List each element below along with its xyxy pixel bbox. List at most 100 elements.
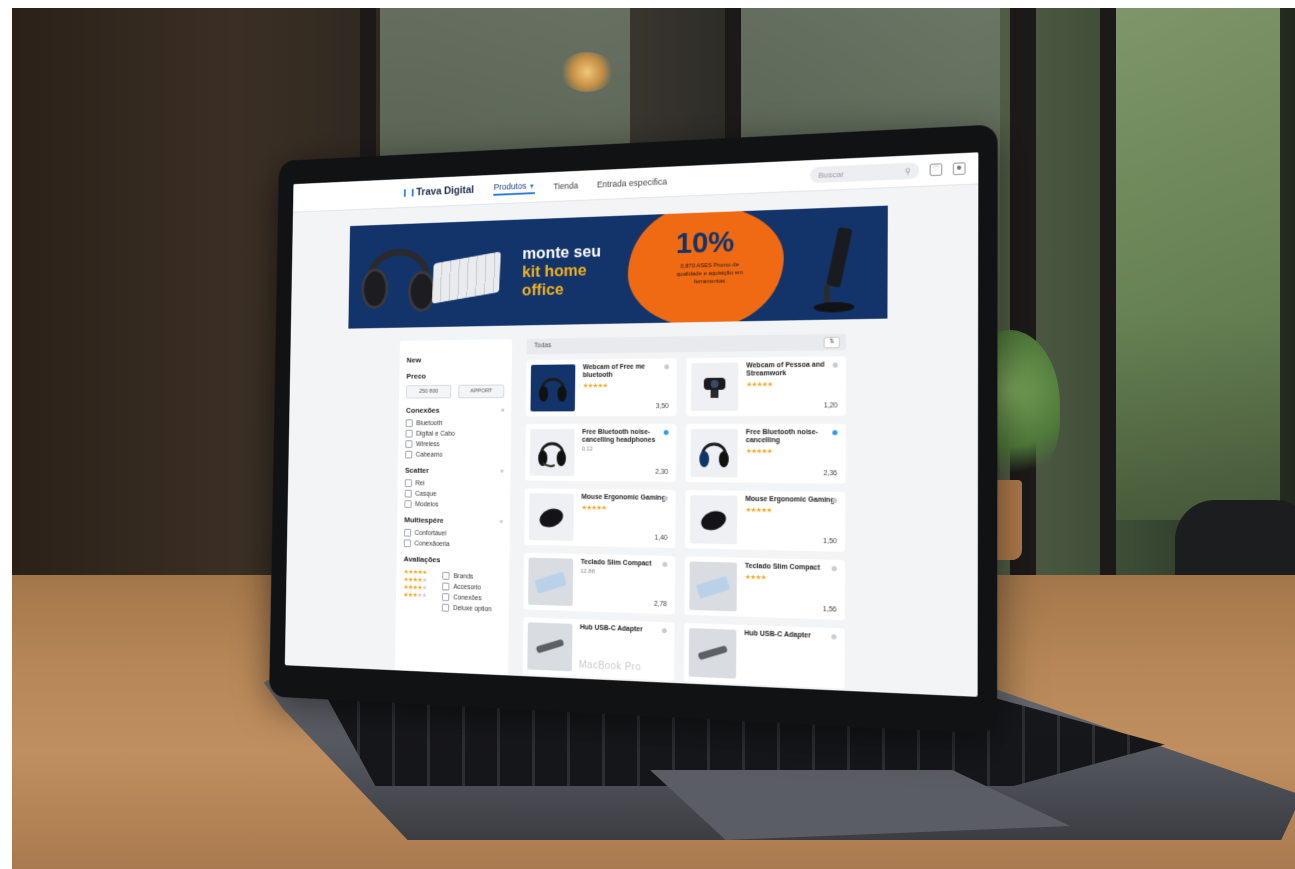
product-card[interactable]: Teclado Slim Compact ★★★★ 1,56 bbox=[684, 556, 846, 621]
search-icon: ⚲ bbox=[904, 166, 911, 176]
product-price: 3,50 bbox=[655, 403, 669, 411]
product-rating: ★★★★★ bbox=[582, 382, 608, 390]
photo-border bbox=[0, 0, 12, 869]
filter-option[interactable]: Wireless bbox=[405, 440, 503, 448]
collapse-icon[interactable]: ▫ bbox=[501, 406, 504, 415]
checkbox[interactable] bbox=[442, 603, 450, 612]
site-header: Trava Digital Produtos ▼ Tienda Entrada … bbox=[292, 152, 979, 213]
price-apply-button[interactable]: APPORT bbox=[458, 384, 505, 399]
checkbox[interactable] bbox=[442, 571, 450, 580]
rating-option[interactable]: ★★★★★ bbox=[403, 591, 426, 599]
product-title: Hub USB-C Adapter bbox=[579, 624, 643, 634]
checkbox[interactable] bbox=[405, 450, 413, 459]
checkbox[interactable] bbox=[442, 582, 450, 591]
filter-option[interactable]: Confortável bbox=[403, 528, 502, 539]
product-rating: ★★★★★ bbox=[746, 381, 773, 389]
filter-option[interactable]: Casque bbox=[404, 489, 503, 499]
sort-toggle-icon[interactable]: ⇅ bbox=[823, 336, 840, 349]
product-title: Free Bluetooth noise-cancelling bbox=[745, 429, 819, 445]
favorite-icon[interactable] bbox=[661, 628, 667, 634]
checkbox[interactable] bbox=[403, 528, 412, 537]
rating-filters: ★★★★★ ★★★★★ ★★★★★ ★★★★★ Brands Accesorio… bbox=[403, 568, 502, 616]
banner-line-2: kit home bbox=[522, 260, 587, 282]
checkbox[interactable] bbox=[404, 479, 412, 487]
product-card[interactable]: Mouse Ergonomic Gaming ★★★★★ 1,50 bbox=[684, 490, 846, 552]
site-logo[interactable]: Trava Digital bbox=[403, 184, 474, 198]
window-frame bbox=[1100, 0, 1116, 600]
grid-header: Todas ⇅ bbox=[526, 333, 847, 355]
collapse-icon[interactable]: ▫ bbox=[501, 467, 504, 476]
favorite-icon[interactable] bbox=[663, 429, 669, 435]
filter-option[interactable]: Conexãoeria bbox=[403, 539, 502, 549]
discount-subtext: 0,870 ASES Promo de qualidade e aquisiçã… bbox=[676, 262, 743, 286]
filter-option[interactable]: Rei bbox=[404, 479, 503, 488]
nav-entrada[interactable]: Entrada especifica bbox=[597, 177, 667, 190]
phone-stand-image bbox=[813, 226, 855, 313]
filter-option[interactable]: Modelos bbox=[404, 500, 502, 509]
favorite-icon[interactable] bbox=[831, 565, 837, 572]
user-icon[interactable]: ☻ bbox=[952, 162, 966, 176]
search-input[interactable]: Buscar ⚲ bbox=[810, 162, 920, 184]
filter-option[interactable]: Brands bbox=[442, 571, 492, 581]
product-card[interactable]: Free Bluetooth noise-cancelling ★★★★★ 2,36 bbox=[685, 423, 846, 484]
checkbox[interactable] bbox=[442, 593, 450, 602]
product-title: Mouse Ergonomic Gaming bbox=[581, 493, 666, 502]
heart-icon[interactable]: ♡ bbox=[929, 163, 943, 177]
window-pane bbox=[1110, 0, 1280, 520]
product-price: 2,30 bbox=[655, 468, 669, 476]
filter-option[interactable]: Bluetooth bbox=[405, 419, 504, 427]
price-range: 250 800 APPORT bbox=[406, 384, 505, 399]
checkbox[interactable] bbox=[403, 539, 411, 548]
product-rating: ★★★★★ bbox=[745, 448, 772, 456]
keyboard-icon bbox=[528, 557, 574, 607]
promo-banner[interactable]: monte seu kit home office 10% 0,870 ASES… bbox=[348, 205, 888, 329]
product-price: 1,20 bbox=[823, 402, 838, 410]
product-card[interactable]: Free Bluetooth noise-cancelling headphon… bbox=[525, 424, 677, 482]
chevron-down-icon: ▼ bbox=[528, 183, 535, 191]
banner-headline: monte seu kit home office bbox=[522, 242, 601, 300]
product-price: 1,50 bbox=[822, 537, 837, 546]
nav-produtos[interactable]: Produtos ▼ bbox=[493, 180, 536, 196]
product-rating: ★★★★★ bbox=[581, 504, 607, 512]
checkbox[interactable] bbox=[404, 489, 412, 498]
filter-group-heading: Multiespére ▫ bbox=[404, 515, 503, 526]
filter-option[interactable]: Accesorio bbox=[442, 582, 491, 592]
filter-sidebar: New Preco 250 800 APPORT Conexões ▫ Bluet… bbox=[394, 339, 513, 690]
favorite-icon[interactable] bbox=[832, 430, 838, 436]
favorite-icon[interactable] bbox=[664, 364, 670, 370]
filter-option[interactable]: Cabeamo bbox=[405, 450, 503, 459]
product-price: 1,40 bbox=[654, 534, 668, 542]
favorite-icon[interactable] bbox=[831, 634, 837, 640]
checkbox[interactable] bbox=[405, 419, 413, 427]
product-card[interactable]: Webcam of Free me bluetooth ★★★★★ 3,50 bbox=[525, 358, 677, 417]
favorite-icon[interactable] bbox=[831, 497, 838, 504]
product-rating: ★★★★★ bbox=[745, 506, 772, 515]
product-price: 2,78 bbox=[653, 600, 668, 609]
nav-tienda[interactable]: Tienda bbox=[553, 181, 578, 192]
laptop-lid: Trava Digital Produtos ▼ Tienda Entrada … bbox=[269, 124, 998, 735]
checkbox[interactable] bbox=[405, 429, 413, 438]
favorite-icon[interactable] bbox=[662, 561, 668, 567]
discount-value: 10% bbox=[675, 225, 735, 261]
filter-group-heading: Scatter ▫ bbox=[404, 465, 504, 476]
filter-option[interactable]: Conexões bbox=[442, 593, 491, 602]
product-title: Hub USB-C Adapter bbox=[744, 630, 811, 640]
grid-header-label: Todas bbox=[533, 342, 552, 350]
photo-border bbox=[0, 0, 1295, 8]
banner-line-3: office bbox=[521, 279, 564, 300]
product-card[interactable]: Webcam of Pessoa and Streamwork ★★★★★ 1,20 bbox=[686, 356, 847, 417]
checkbox[interactable] bbox=[404, 500, 412, 508]
product-title: Teclado Slim Compact bbox=[744, 562, 820, 572]
collapse-icon[interactable]: ▫ bbox=[500, 517, 503, 526]
checkbox[interactable] bbox=[405, 440, 413, 448]
product-card[interactable]: Mouse Ergonomic Gaming ★★★★★ 1,40 bbox=[524, 488, 676, 549]
keyboard-image bbox=[431, 251, 501, 304]
keyboard-icon bbox=[689, 561, 737, 612]
filter-option[interactable]: Deluxe option bbox=[442, 603, 492, 613]
filter-option[interactable]: Digital e Cabo bbox=[405, 429, 503, 438]
favorite-icon[interactable] bbox=[663, 495, 668, 501]
favorite-icon[interactable] bbox=[832, 362, 838, 368]
headphones-blue-icon bbox=[690, 429, 738, 478]
price-min-input[interactable]: 250 800 bbox=[406, 384, 452, 399]
product-card[interactable]: Teclado Slim Compact 12.88 2,78 bbox=[523, 552, 676, 615]
